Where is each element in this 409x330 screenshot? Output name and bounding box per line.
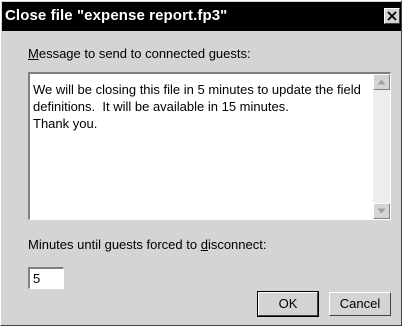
minutes-input[interactable] (28, 267, 64, 289)
arrow-up-icon (377, 79, 386, 85)
message-textarea[interactable]: We will be closing this file in 5 minute… (28, 72, 391, 220)
ok-button[interactable]: OK (257, 291, 319, 317)
message-scrollbar[interactable] (373, 74, 390, 219)
close-file-dialog: Close file "expense report.fp3" Message … (0, 0, 402, 326)
minutes-label: Minutes until guests forced to disconnec… (28, 237, 267, 252)
scroll-up-button[interactable] (373, 74, 390, 90)
cancel-button[interactable]: Cancel (329, 292, 391, 316)
close-icon (387, 11, 397, 21)
message-text: We will be closing this file in 5 minute… (33, 82, 361, 131)
arrow-down-icon (377, 208, 386, 214)
dialog-title: Close file "expense report.fp3" (5, 7, 228, 24)
message-label: Message to send to connected guests: (28, 46, 251, 61)
scroll-down-button[interactable] (373, 203, 390, 219)
title-bar[interactable]: Close file "expense report.fp3" (2, 2, 401, 31)
close-button[interactable] (384, 8, 400, 24)
